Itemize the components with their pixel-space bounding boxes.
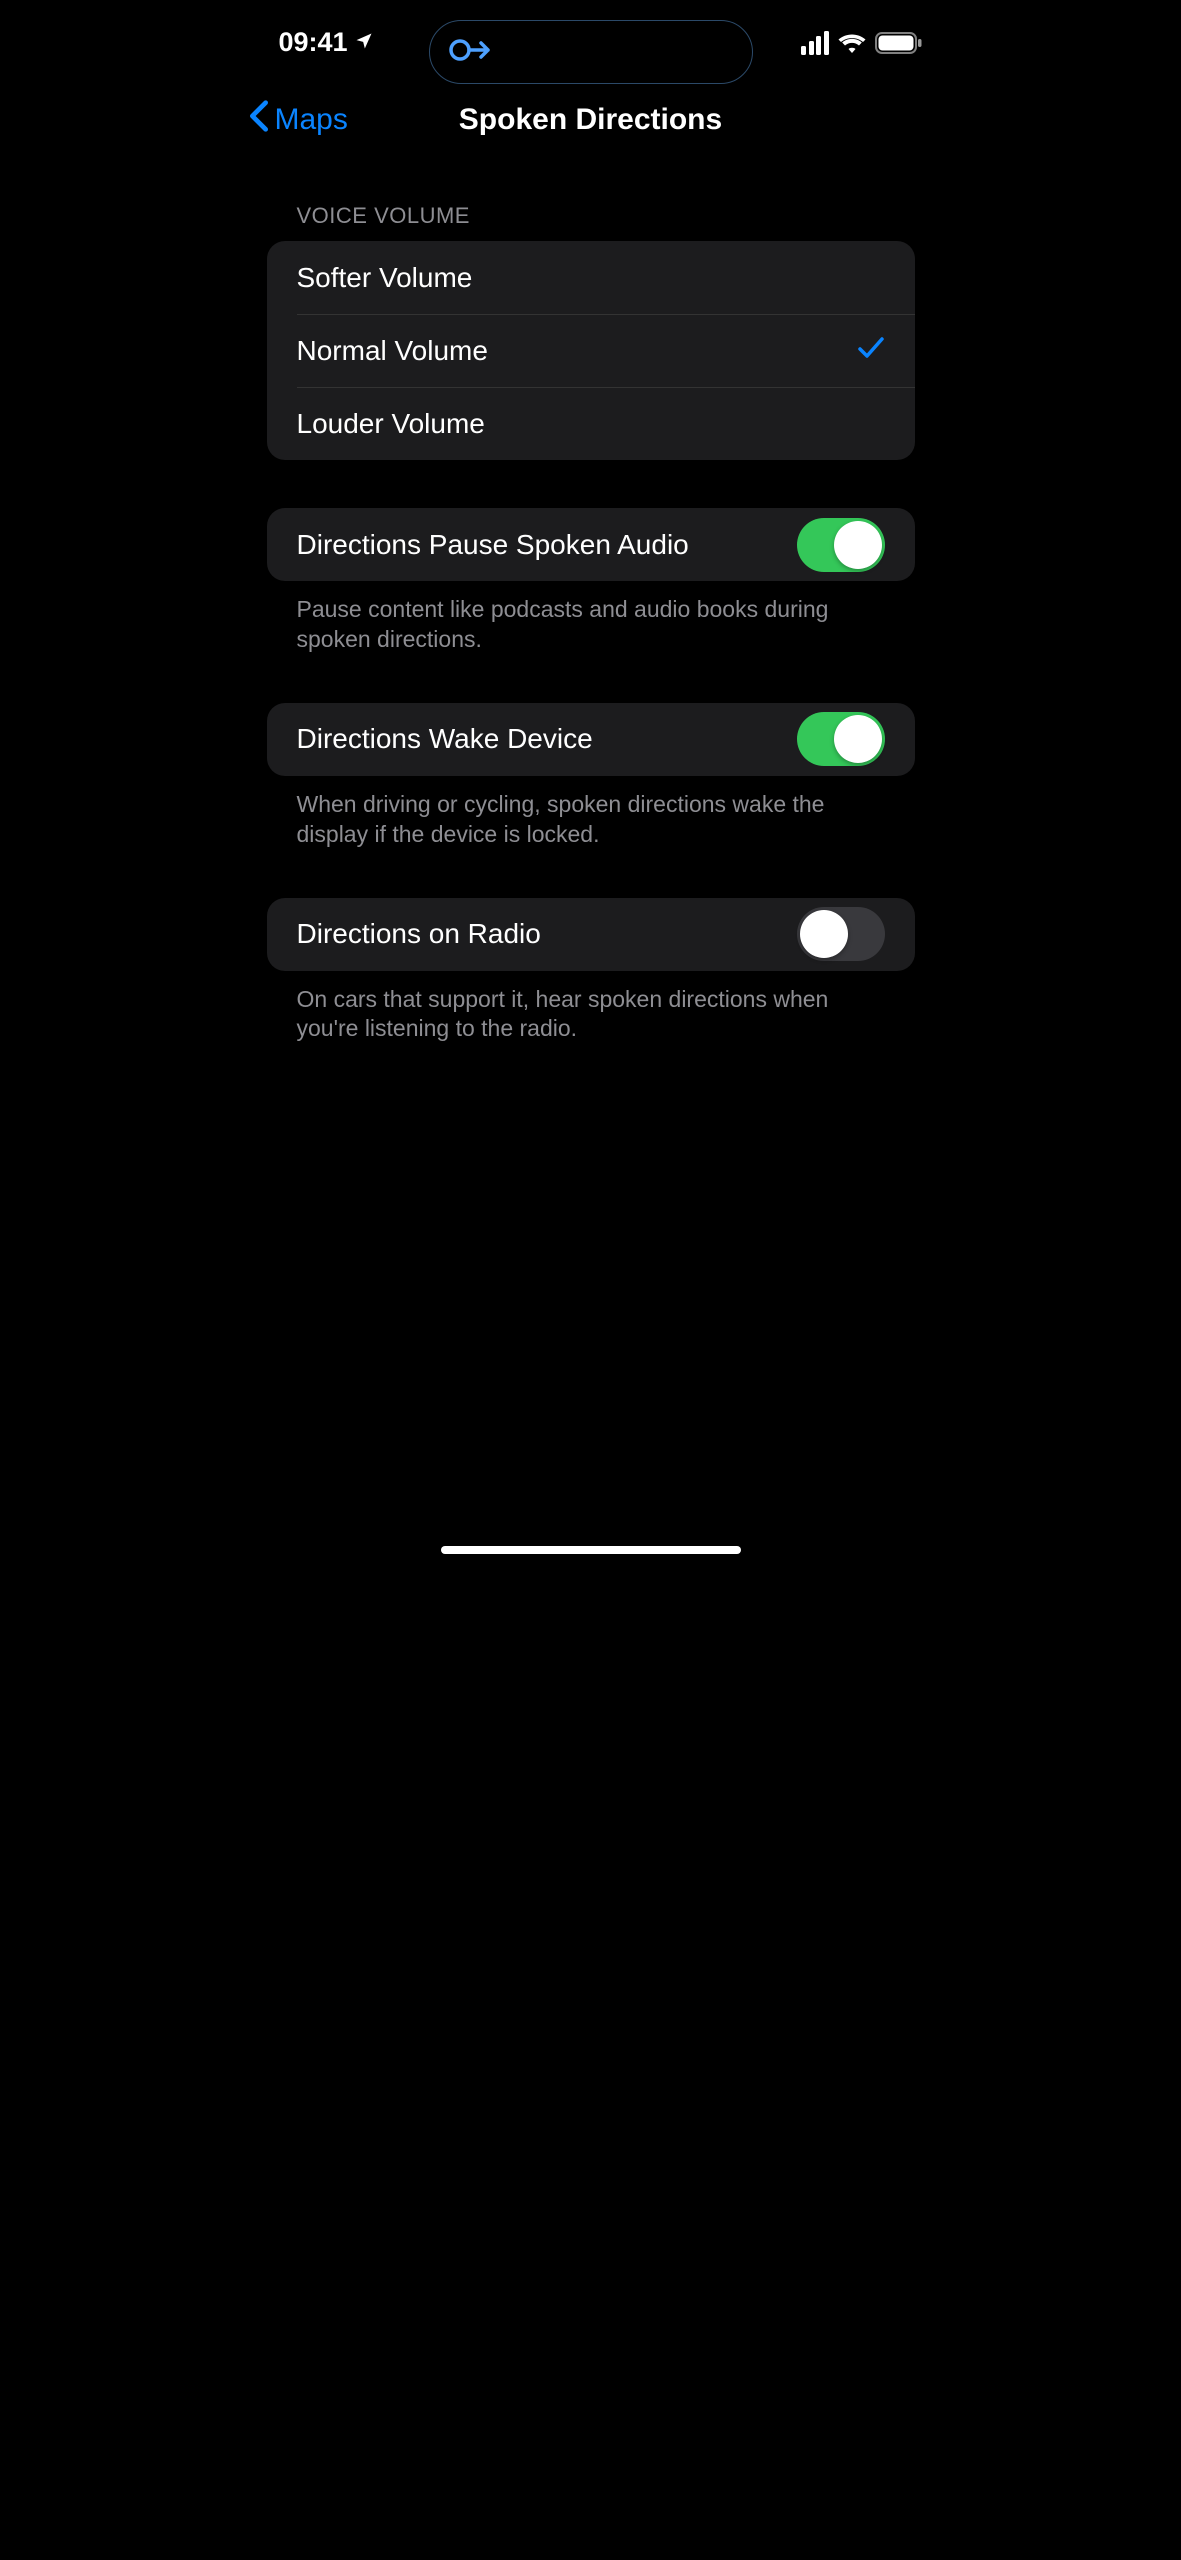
toggle-wake-device[interactable] [797,712,885,766]
dynamic-island [429,20,753,84]
group-voice-volume: Softer Volume Normal Volume Louder Volum… [267,241,915,460]
footer-radio: On cars that support it, hear spoken dir… [267,971,915,1045]
option-label: Softer Volume [297,262,473,294]
option-softer-volume[interactable]: Softer Volume [267,241,915,314]
page-title: Spoken Directions [459,103,722,137]
row-label: Directions Pause Spoken Audio [297,529,689,561]
option-label: Louder Volume [297,408,485,440]
footer-wake-device: When driving or cycling, spoken directio… [267,776,915,850]
footer-pause-audio: Pause content like podcasts and audio bo… [267,581,915,655]
location-arrow-icon [354,27,374,58]
group-radio: Directions on Radio [267,898,915,971]
option-normal-volume[interactable]: Normal Volume [267,314,915,387]
row-radio: Directions on Radio [267,898,915,971]
battery-icon [875,31,923,55]
toggle-radio[interactable] [797,907,885,961]
back-label: Maps [275,103,348,137]
status-bar: 09:41 [229,0,953,85]
continuity-icon [446,33,496,72]
cellular-signal-icon [801,31,829,55]
option-label: Normal Volume [297,335,488,367]
back-button[interactable]: Maps [249,100,348,140]
toggle-pause-audio[interactable] [797,518,885,572]
checkmark-icon [857,335,885,366]
chevron-left-icon [249,100,269,140]
group-pause-audio: Directions Pause Spoken Audio [267,508,915,581]
navigation-bar: Maps Spoken Directions [229,85,953,155]
status-time: 09:41 [279,27,348,58]
group-wake-device: Directions Wake Device [267,703,915,776]
row-label: Directions on Radio [297,918,541,950]
wifi-icon [837,32,867,54]
row-pause-audio: Directions Pause Spoken Audio [267,508,915,581]
screen: 09:41 [229,0,953,1568]
section-header-voice-volume: Voice Volume [267,155,915,241]
option-louder-volume[interactable]: Louder Volume [267,387,915,460]
home-indicator[interactable] [441,1546,741,1554]
row-wake-device: Directions Wake Device [267,703,915,776]
row-label: Directions Wake Device [297,723,593,755]
